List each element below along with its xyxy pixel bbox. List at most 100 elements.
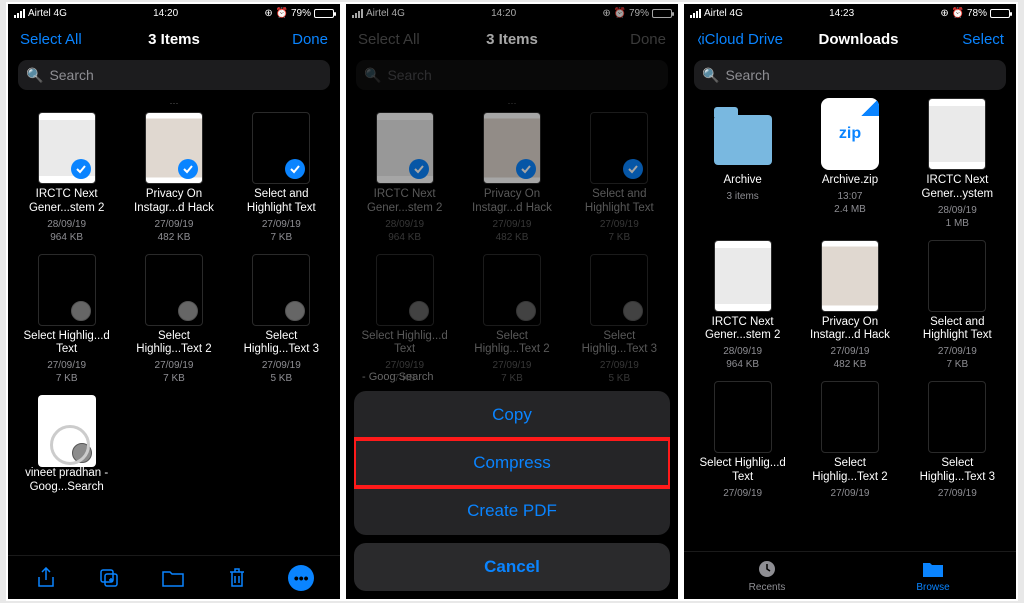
move-button[interactable] <box>161 566 185 590</box>
file-item[interactable]: Select Highlig...d Text 27/09/19 <box>692 381 793 500</box>
files-grid: Archive 3 items zip Archive.zip 13:072.4… <box>684 98 1016 551</box>
nav-bar: Select All 3 Items Done <box>8 22 340 56</box>
file-item: Select Highlig...Text 3 27/09/195 KB <box>569 254 670 386</box>
share-button[interactable] <box>34 566 58 590</box>
checkmark-icon <box>178 159 198 179</box>
file-name: Select Highlig...d Text <box>17 330 117 358</box>
back-button[interactable]: ‹iCloud Drive <box>696 26 783 52</box>
battery-icon <box>652 9 672 18</box>
file-thumbnail <box>376 112 434 184</box>
file-thumbnail <box>38 254 96 326</box>
file-item[interactable]: IRCTC Next Gener...ystem 28/09/191 MB <box>907 98 1008 230</box>
battery-icon <box>990 9 1010 18</box>
tab-recents[interactable]: Recents <box>684 552 850 599</box>
more-button[interactable]: ••• <box>288 565 314 591</box>
nav-title: 3 Items <box>486 31 538 48</box>
clock-icon <box>756 558 778 580</box>
file-item[interactable]: vineet pradhan - Goog...Search <box>16 395 117 495</box>
file-name: Select Highlig...Text 3 <box>231 330 331 358</box>
screen-select-mode: Airtel 4G 14:20 ⊕ ⏰ 79% Select All 3 Ite… <box>8 4 340 599</box>
file-item: Select and Highlight Text 27/09/197 KB <box>569 112 670 244</box>
file-thumbnail <box>483 112 541 184</box>
folder-icon <box>714 98 772 170</box>
unselected-icon <box>71 301 91 321</box>
zip-icon: zip <box>821 98 879 170</box>
file-name: IRCTC Next Gener...stem 2 <box>17 188 117 216</box>
nav-title: 3 Items <box>148 31 200 48</box>
file-item[interactable]: Select Highlig...d Text 27/09/197 KB <box>16 254 117 386</box>
file-item[interactable]: Select Highlig...Text 3 27/09/195 KB <box>231 254 332 386</box>
file-item: Select Highlig...d Text 27/09/197 KB <box>354 254 455 386</box>
row-peek: ··· <box>16 98 332 106</box>
file-item[interactable]: Select and Highlight Text 27/09/197 KB <box>231 112 332 244</box>
file-thumbnail <box>590 254 648 326</box>
checkmark-icon <box>623 159 643 179</box>
chevron-left-icon: ‹ <box>697 26 701 52</box>
file-item[interactable]: IRCTC Next Gener...stem 2 28/09/19964 KB <box>692 240 793 372</box>
bottom-toolbar: ••• <box>8 555 340 599</box>
tab-bar: Recents Browse <box>684 551 1016 599</box>
checkmark-icon <box>516 159 536 179</box>
nav-bar: Select All 3 Items Done <box>346 22 678 56</box>
compress-action[interactable]: Compress <box>354 439 670 487</box>
copy-action[interactable]: Copy <box>354 391 670 439</box>
peek-label: - Goog Search <box>354 371 670 383</box>
file-item[interactable]: Privacy On Instagr...d Hack 27/09/19482 … <box>123 112 224 244</box>
file-item[interactable]: Select Highlig...Text 2 27/09/197 KB <box>123 254 224 386</box>
status-bar: Airtel 4G 14:23 ⊕ ⏰ 78% <box>684 4 1016 22</box>
file-thumbnail <box>821 240 879 312</box>
search-field[interactable]: 🔍 Search <box>18 60 330 90</box>
alarm-icon: ⊕ ⏰ <box>602 8 626 19</box>
search-field[interactable]: 🔍 Search <box>694 60 1006 90</box>
files-grid: ··· IRCTC Next Gener...stem 2 28/09/1996… <box>8 98 340 555</box>
signal-icon <box>14 9 25 18</box>
file-item: Select Highlig...Text 2 27/09/197 KB <box>461 254 562 386</box>
nav-bar: ‹iCloud Drive Downloads Select <box>684 22 1016 56</box>
alarm-icon: ⊕ ⏰ <box>264 8 288 19</box>
clock-label: 14:20 <box>153 8 178 19</box>
file-thumbnail <box>38 395 96 467</box>
file-thumbnail <box>928 240 986 312</box>
checkmark-icon <box>409 159 429 179</box>
file-name: Privacy On Instagr...d Hack <box>124 188 224 216</box>
checkmark-icon <box>71 159 91 179</box>
file-item[interactable]: Archive 3 items <box>692 98 793 230</box>
nav-title: Downloads <box>819 31 899 48</box>
file-item[interactable]: Select Highlig...Text 3 27/09/19 <box>907 381 1008 500</box>
search-icon: 🔍 <box>702 67 719 84</box>
file-thumbnail <box>252 254 310 326</box>
file-thumbnail <box>714 240 772 312</box>
select-button[interactable]: Select <box>934 31 1004 48</box>
status-bar: Airtel 4G 14:20 ⊕ ⏰ 79% <box>346 4 678 22</box>
signal-icon <box>352 9 363 18</box>
create-pdf-action[interactable]: Create PDF <box>354 487 670 535</box>
cancel-action[interactable]: Cancel <box>354 543 670 591</box>
alarm-icon: ⊕ ⏰ <box>940 8 964 19</box>
screen-browse: Airtel 4G 14:23 ⊕ ⏰ 78% ‹iCloud Drive Do… <box>684 4 1016 599</box>
file-thumbnail <box>821 381 879 453</box>
status-bar: Airtel 4G 14:20 ⊕ ⏰ 79% <box>8 4 340 22</box>
delete-button[interactable] <box>225 566 249 590</box>
search-icon: 🔍 <box>26 67 43 84</box>
file-item[interactable]: zip Archive.zip 13:072.4 MB <box>799 98 900 230</box>
clock-label: 14:23 <box>829 8 854 19</box>
search-placeholder: Search <box>49 67 93 83</box>
file-item: IRCTC Next Gener...stem 2 28/09/19964 KB <box>354 112 455 244</box>
file-item[interactable]: Select and Highlight Text 27/09/197 KB <box>907 240 1008 372</box>
duplicate-button[interactable] <box>97 566 121 590</box>
unselected-icon <box>285 301 305 321</box>
file-item[interactable]: Privacy On Instagr...d Hack 27/09/19482 … <box>799 240 900 372</box>
action-sheet: - Goog Search Copy Compress Create PDF C… <box>354 371 670 591</box>
done-button[interactable]: Done <box>258 31 328 48</box>
carrier-label: Airtel 4G <box>366 8 405 19</box>
file-thumbnail <box>590 112 648 184</box>
file-item[interactable]: Select Highlig...Text 2 27/09/19 <box>799 381 900 500</box>
unselected-icon <box>72 443 92 463</box>
file-thumbnail <box>252 112 310 184</box>
file-thumbnail <box>483 254 541 326</box>
folder-icon <box>922 558 944 580</box>
file-item[interactable]: IRCTC Next Gener...stem 2 28/09/19964 KB <box>16 112 117 244</box>
tab-browse[interactable]: Browse <box>850 552 1016 599</box>
select-all-button[interactable]: Select All <box>20 31 90 48</box>
file-item: Privacy On Instagr...d Hack 27/09/19482 … <box>461 112 562 244</box>
